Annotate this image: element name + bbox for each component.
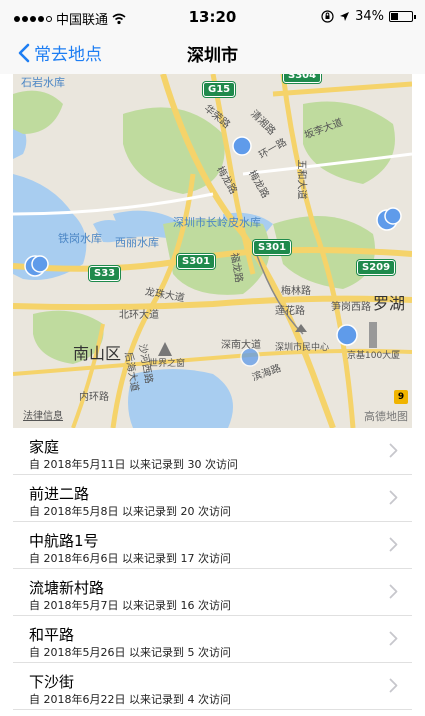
map-label: 南山区 (73, 344, 122, 363)
chevron-right-icon (389, 678, 398, 693)
chevron-right-icon (389, 443, 398, 458)
map-label: 石岩水库 (21, 76, 65, 89)
place-row[interactable]: 前进二路自 2018年5月8日 以来记录到 20 次访问 (13, 475, 412, 522)
map-label: 梅林路 (281, 286, 311, 297)
place-visit-detail: 自 2018年5月8日 以来记录到 20 次访问 (29, 505, 231, 518)
place-visit-detail: 自 2018年5月7日 以来记录到 16 次访问 (29, 599, 231, 612)
status-right: 34% (321, 9, 416, 24)
highway-shield: S301 (177, 254, 216, 269)
highway-shield: S33 (89, 266, 121, 281)
place-name: 中航路1号 (29, 532, 99, 550)
place-name: 下沙街 (29, 673, 75, 691)
place-name: 家庭 (29, 438, 60, 456)
map-label: 西丽水库 (115, 236, 159, 249)
chevron-right-icon (389, 537, 398, 552)
map-provider-logo: 高德地图 (364, 410, 408, 423)
map-badge: 9 (394, 390, 408, 404)
map-label: 京基100大厦 (347, 351, 401, 361)
highway-shield: S209 (357, 260, 396, 275)
status-bar: 中国联通 13:20 34% (0, 0, 425, 36)
navigation-bar: 常去地点 深圳市 (0, 36, 425, 74)
map-label: 深圳市民中心 (275, 343, 330, 353)
place-row[interactable]: 家庭自 2018年5月11日 以来记录到 30 次访问 (13, 428, 412, 475)
location-arrow-icon (340, 12, 350, 21)
legal-info-link[interactable]: 法律信息 (23, 407, 63, 422)
page-title: 深圳市 (187, 46, 238, 66)
chevron-right-icon (389, 490, 398, 505)
place-name: 流塘新村路 (29, 579, 105, 597)
place-visit-detail: 自 2018年5月26日 以来记录到 5 次访问 (29, 646, 231, 659)
map-marker (232, 136, 252, 156)
battery-percent: 34% (355, 9, 384, 24)
place-name: 和平路 (29, 626, 75, 644)
map-canvas (13, 74, 412, 428)
battery-level (391, 13, 398, 20)
map-view[interactable]: 石岩水库 华荣路 清湘路 环一路 坂李大道 梅龙路 梅龙路 五和大道 深圳市长岭… (13, 74, 412, 428)
highway-shield: S301 (253, 240, 292, 255)
place-row[interactable]: 和平路自 2018年5月26日 以来记录到 5 次访问 (13, 616, 412, 663)
map-label: 罗湖 (373, 294, 406, 313)
orientation-lock-icon (321, 10, 334, 23)
map-label: 内环路 (79, 392, 109, 403)
map-label: 铁岗水库 (58, 232, 102, 245)
place-row[interactable]: 中航路1号自 2018年6月6日 以来记录到 17 次访问 (13, 522, 412, 569)
map-marker (384, 207, 402, 225)
battery-icon (389, 11, 416, 22)
place-name: 前进二路 (29, 485, 90, 503)
map-label: 笋岗西路 (331, 302, 371, 313)
place-visit-detail: 自 2018年6月22日 以来记录到 4 次访问 (29, 693, 231, 706)
map-label: 五和大道 (295, 159, 307, 200)
place-visit-detail: 自 2018年5月11日 以来记录到 30 次访问 (29, 458, 238, 471)
chevron-right-icon (389, 584, 398, 599)
place-row[interactable]: 下沙街自 2018年6月22日 以来记录到 4 次访问 (13, 663, 412, 710)
place-row[interactable]: 流塘新村路自 2018年5月7日 以来记录到 16 次访问 (13, 569, 412, 616)
map-marker (31, 255, 49, 273)
map-label: 北环大道 (119, 310, 159, 321)
place-visit-detail: 自 2018年6月6日 以来记录到 17 次访问 (29, 552, 231, 565)
map-marker (336, 324, 358, 346)
map-label: 深南大道 (221, 340, 261, 351)
map-label: 深圳市长岭皮水库 (173, 216, 261, 229)
highway-shield: S304 (283, 74, 322, 83)
places-list: 家庭自 2018年5月11日 以来记录到 30 次访问 前进二路自 2018年5月… (13, 428, 412, 710)
highway-shield: G15 (203, 82, 236, 97)
chevron-right-icon (389, 631, 398, 646)
map-label: 莲花路 (275, 306, 305, 317)
